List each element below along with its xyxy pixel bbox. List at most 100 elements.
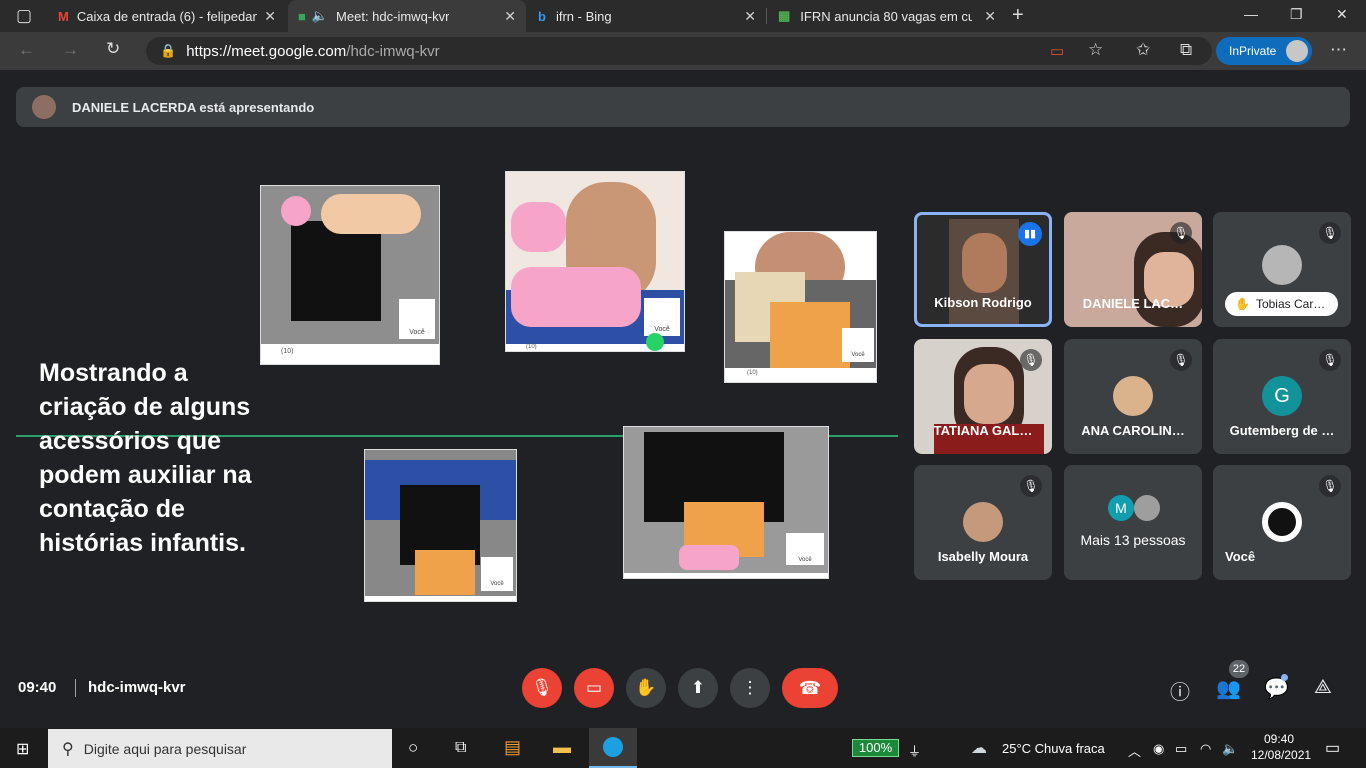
tab-meet[interactable]: ■ 🔈 Meet: hdc-imwq-kvr ✕ xyxy=(288,0,526,32)
hand-icon: ✋ xyxy=(1235,297,1250,311)
camera-blocked-icon[interactable]: ▭ xyxy=(1050,42,1064,60)
tab-bing[interactable]: b ifrn - Bing ✕ xyxy=(528,0,766,32)
participant-name: Mais 13 pessoas xyxy=(1080,532,1186,548)
mic-off-icon: 🎙 xyxy=(1020,349,1042,371)
participant-tile-tatiana[interactable]: 🎙 TATIANA GAL… xyxy=(914,339,1052,454)
url-path: /hdc-imwq-kvr xyxy=(346,42,440,60)
tab-strip: ▢ M Caixa de entrada (6) - felipedanta ✕… xyxy=(0,0,1366,32)
more-options-button[interactable]: ⋮ xyxy=(730,668,770,708)
activities-icon[interactable]: ⟁ xyxy=(1314,676,1332,699)
participant-tile-isabelly[interactable]: 🎙 Isabelly Moura xyxy=(914,465,1052,580)
forward-icon[interactable]: → xyxy=(62,40,79,60)
leave-call-button[interactable]: ☎ xyxy=(782,668,838,708)
mic-off-icon: 🎙 xyxy=(1319,222,1341,244)
refresh-icon[interactable]: ↻ xyxy=(106,39,120,59)
phone-hangup-icon: ☎ xyxy=(798,677,822,698)
mic-toggle-button[interactable]: 🎙 xyxy=(522,668,562,708)
mic-off-icon: 🎙 xyxy=(531,678,553,697)
close-icon[interactable]: ✕ xyxy=(984,8,996,25)
tab-ifrn[interactable]: ▦ IFRN anuncia 80 vagas em curso ✕ xyxy=(768,0,1006,32)
avatar xyxy=(1113,376,1153,416)
battery-indicator[interactable]: 100% xyxy=(852,739,899,757)
weather-text[interactable]: 25°C Chuva fraca xyxy=(1002,741,1105,756)
notifications-icon[interactable]: ▭ xyxy=(1325,738,1340,758)
tab-gmail[interactable]: M Caixa de entrada (6) - felipedanta ✕ xyxy=(48,0,286,32)
close-icon[interactable]: ✕ xyxy=(504,8,516,25)
participant-name: TATIANA GAL… xyxy=(933,423,1033,438)
search-icon: ⚲ xyxy=(62,740,74,758)
power-plug-icon[interactable]: ⏚ xyxy=(908,741,921,760)
restore-icon[interactable]: ❐ xyxy=(1290,6,1303,23)
participant-tile-ana[interactable]: 🎙 ANA CAROLIN… xyxy=(1064,339,1202,454)
battery-icon[interactable]: ▭ xyxy=(1175,741,1187,757)
participant-tile-daniele[interactable]: 🎙 DANIELE LAC… xyxy=(1064,212,1202,327)
photo-voce: Você xyxy=(786,533,824,565)
close-icon[interactable]: ✕ xyxy=(744,8,756,25)
back-icon[interactable]: ← xyxy=(18,40,35,60)
tab-divider xyxy=(766,8,767,24)
cortana-icon[interactable]: ○ xyxy=(408,738,418,758)
avatar xyxy=(963,502,1003,542)
photo-voce: Você xyxy=(481,557,513,591)
avatar: M xyxy=(1108,495,1134,521)
camera-off-icon: ▭ xyxy=(585,678,603,697)
avatar xyxy=(32,95,56,119)
speaking-icon: ▮▮ xyxy=(1018,222,1042,246)
weather-icon[interactable]: ☁ xyxy=(971,738,987,758)
collections-icon[interactable]: ⧉ xyxy=(1180,40,1192,60)
new-tab-icon[interactable]: + xyxy=(1012,4,1024,27)
mic-off-icon: 🎙 xyxy=(1170,349,1192,371)
task-view-icon[interactable]: ⧉ xyxy=(455,739,466,757)
profile-avatar xyxy=(1286,40,1308,62)
meet-icon: ■ xyxy=(298,8,306,24)
present-button[interactable]: ⬆ xyxy=(678,668,718,708)
inprivate-button[interactable]: InPrivate xyxy=(1216,37,1312,65)
info-icon[interactable]: ⓘ xyxy=(1170,676,1190,705)
participant-name: Isabelly Moura xyxy=(937,549,1029,564)
mic-off-icon: 🎙 xyxy=(1319,349,1341,371)
favorites-icon[interactable]: ✩ xyxy=(1136,40,1150,60)
photo-count: (10) xyxy=(725,368,876,382)
participant-tile-gutemberg[interactable]: 🎙 G Gutemberg de … xyxy=(1213,339,1351,454)
people-count-badge: 22 xyxy=(1229,660,1249,678)
window-close-icon[interactable]: ✕ xyxy=(1336,6,1348,23)
avatar xyxy=(1134,495,1160,521)
speaker-icon[interactable]: 🔈 xyxy=(312,8,328,24)
participant-tile-more[interactable]: M Mais 13 pessoas xyxy=(1064,465,1202,580)
meet-tray-icon[interactable]: ◉ xyxy=(1153,741,1164,757)
volume-icon[interactable]: 🔈 xyxy=(1222,741,1238,757)
mic-off-icon: 🎙 xyxy=(1319,475,1341,497)
wifi-icon[interactable]: ◠ xyxy=(1200,741,1211,757)
inprivate-label: InPrivate xyxy=(1229,44,1277,58)
hand-raised-chip: ✋ Tobias Car… xyxy=(1225,292,1338,316)
photo-voce: Você xyxy=(842,328,874,362)
windows-start-icon[interactable]: ⊞ xyxy=(16,739,29,759)
file-explorer-icon[interactable]: ▬ xyxy=(553,737,571,758)
camera-toggle-button[interactable]: ▭ xyxy=(574,668,614,708)
favorite-add-icon[interactable]: ☆ xyxy=(1088,40,1103,60)
slide-text: Mostrando a criação de alguns acessórios… xyxy=(39,359,252,557)
divider xyxy=(75,679,76,697)
url-host: https://meet.google.com xyxy=(186,42,347,60)
tray-date[interactable]: 12/08/2021 xyxy=(1251,748,1311,762)
slide-photo-3: (10) Você xyxy=(724,231,877,383)
meeting-code: hdc-imwq-kvr xyxy=(88,679,186,696)
raise-hand-button[interactable]: ✋ xyxy=(626,668,666,708)
store-icon[interactable]: ▤ xyxy=(504,737,521,758)
tray-time[interactable]: 09:40 xyxy=(1264,732,1294,746)
participant-tile-voce[interactable]: 🎙 Você xyxy=(1213,465,1351,580)
taskbar-search[interactable]: ⚲ Digite aqui para pesquisar xyxy=(48,729,392,768)
chevron-up-icon[interactable]: ︿ xyxy=(1128,741,1141,760)
participant-tile-kibson[interactable]: ▮▮ Kibson Rodrigo xyxy=(914,212,1052,327)
close-icon[interactable]: ✕ xyxy=(264,8,276,25)
photo-voce: Você xyxy=(399,299,435,339)
more-icon[interactable]: ⋯ xyxy=(1330,40,1347,60)
people-icon[interactable]: 👥 xyxy=(1216,676,1241,701)
slide-photo-4: Você xyxy=(364,449,517,602)
tab-actions-icon[interactable]: ▢ xyxy=(16,6,32,26)
minimize-icon[interactable]: — xyxy=(1244,6,1258,22)
participant-tile-tobias[interactable]: 🎙 ✋ Tobias Car… xyxy=(1213,212,1351,327)
avatar xyxy=(1262,502,1302,542)
hand-icon: ✋ xyxy=(635,678,657,697)
tab-title: ifrn - Bing xyxy=(555,8,612,24)
